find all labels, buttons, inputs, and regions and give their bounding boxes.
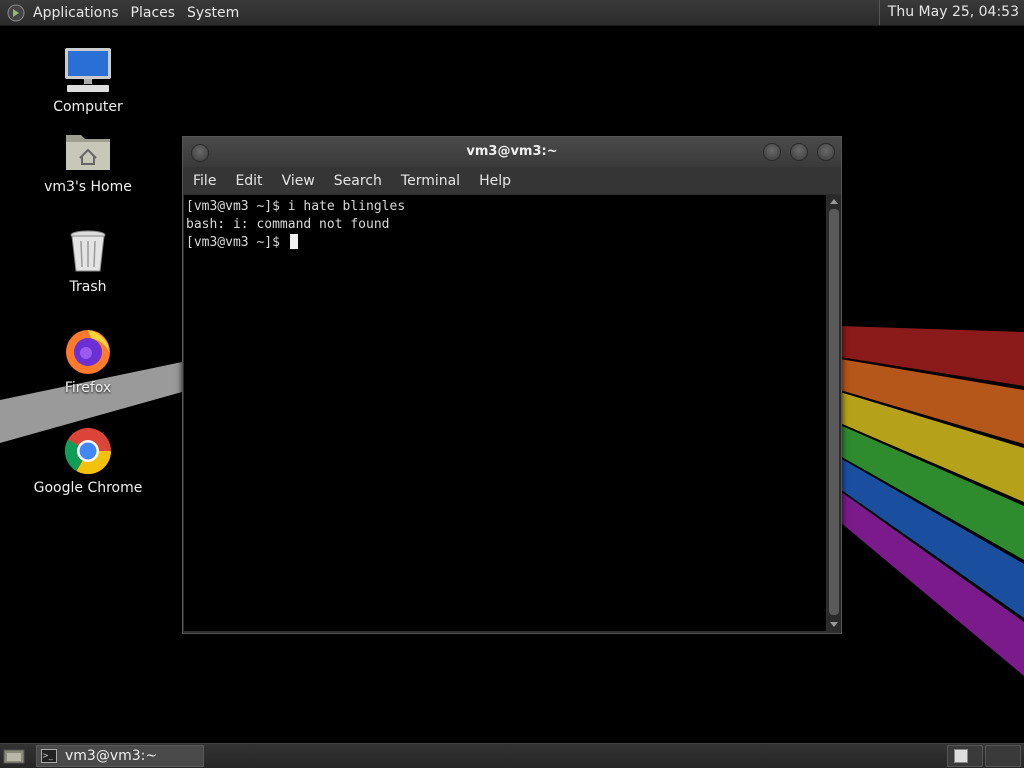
show-desktop-icon[interactable] (3, 747, 25, 765)
menu-view[interactable]: View (282, 173, 315, 189)
workspace-1[interactable] (947, 745, 983, 767)
desktop-icon-chrome[interactable]: Google Chrome (23, 426, 153, 496)
close-button[interactable] (817, 143, 835, 161)
scrollbar-thumb[interactable] (829, 209, 839, 615)
terminal-line: bash: i: command not found (186, 217, 390, 232)
desktop-icon-label: vm3's Home (44, 179, 132, 195)
desktop-icon-firefox[interactable]: Firefox (23, 326, 153, 396)
workspace-window-thumb (954, 749, 968, 763)
home-folder-icon (66, 135, 110, 170)
terminal-prompt-line: [vm3@vm3 ~]$ (186, 234, 824, 252)
terminal-icon: >_ (41, 749, 57, 763)
firefox-icon (66, 330, 110, 374)
menu-edit[interactable]: Edit (235, 173, 262, 189)
window-title: vm3@vm3:~ (466, 144, 558, 159)
bottom-panel: >_ vm3@vm3:~ (0, 743, 1024, 768)
terminal-output[interactable]: [vm3@vm3 ~]$ i hate blingles bash: i: co… (184, 195, 826, 631)
menu-help[interactable]: Help (479, 173, 511, 189)
window-titlebar[interactable]: vm3@vm3:~ (183, 137, 841, 167)
desktop-icon-label: Google Chrome (33, 480, 143, 496)
terminal-menubar: File Edit View Search Terminal Help (183, 167, 841, 194)
menu-file[interactable]: File (193, 173, 216, 189)
trash-icon (70, 230, 106, 272)
computer-icon (65, 48, 111, 92)
terminal-line: [vm3@vm3 ~]$ i hate blingles (186, 199, 406, 214)
taskbar-item-label: vm3@vm3:~ (65, 748, 158, 764)
scroll-down-arrow-icon[interactable] (830, 622, 838, 627)
distro-logo-icon[interactable] (7, 4, 25, 22)
desktop-icon-label: Firefox (64, 380, 112, 396)
text-cursor (289, 234, 298, 249)
terminal-prompt: [vm3@vm3 ~]$ (186, 235, 288, 250)
scroll-up-arrow-icon[interactable] (830, 199, 838, 204)
clock[interactable]: Thu May 25, 04:53 (878, 0, 1024, 25)
workspace-2[interactable] (985, 745, 1021, 767)
maximize-button[interactable] (790, 143, 808, 161)
taskbar-item-terminal[interactable]: >_ vm3@vm3:~ (36, 745, 204, 767)
applications-menu[interactable]: Applications (33, 5, 119, 21)
places-menu[interactable]: Places (131, 5, 176, 21)
terminal-window[interactable]: vm3@vm3:~ File Edit View Search Terminal… (182, 136, 842, 634)
desktop-icon-computer[interactable]: Computer (23, 45, 153, 115)
desktop-icon-label: Computer (53, 99, 123, 115)
system-menu[interactable]: System (187, 5, 239, 21)
desktop-icon-home[interactable]: vm3's Home (23, 127, 153, 195)
chrome-icon (64, 428, 112, 475)
terminal-scrollbar[interactable] (827, 195, 841, 631)
minimize-button[interactable] (763, 143, 781, 161)
menu-terminal[interactable]: Terminal (401, 173, 460, 189)
desktop-icon-label: Trash (69, 279, 107, 295)
menu-search[interactable]: Search (334, 173, 382, 189)
top-panel: Applications Places System Thu May 25, 0… (0, 0, 1024, 26)
desktop-icon-trash[interactable]: Trash (23, 227, 153, 295)
workspace-switcher[interactable] (947, 745, 1021, 767)
window-menu-button[interactable] (191, 144, 209, 162)
